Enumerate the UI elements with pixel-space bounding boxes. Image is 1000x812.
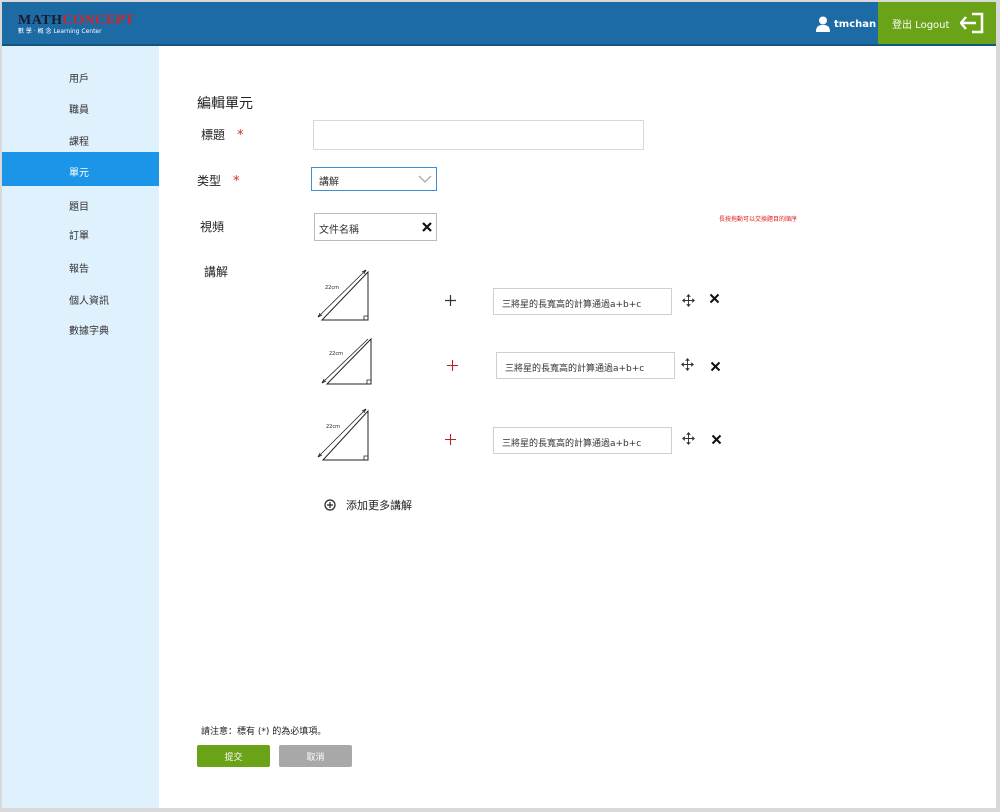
triangle-image: 22cm <box>317 269 369 321</box>
drag-hint: 長按拖動可以交換題目的順序 <box>719 216 798 223</box>
explanation-label: 講解 <box>204 265 229 279</box>
sidebar-item-staff[interactable]: 職員 <box>2 91 159 123</box>
title-input[interactable] <box>313 120 644 150</box>
video-label: 視頻 <box>200 220 225 234</box>
sidebar-item-units[interactable]: 單元 <box>2 152 159 186</box>
move-icon[interactable] <box>682 432 695 445</box>
plus-icon[interactable] <box>445 434 456 445</box>
sidebar-item-profile[interactable]: 個人資訊 <box>2 282 159 314</box>
explanation-input[interactable]: 三將星的長寬高的計算通過a+b+c <box>496 352 675 379</box>
triangle-caption: 22cm <box>326 424 340 430</box>
logout-label: 登出 Logout <box>892 19 950 31</box>
add-more-label: 添加更多講解 <box>346 499 412 512</box>
move-icon[interactable] <box>682 294 695 307</box>
explanation-input[interactable]: 三將星的長寬高的計算通過a+b+c <box>493 288 672 315</box>
video-file-field[interactable]: 文件名稱 <box>314 213 437 241</box>
add-more-explanations-button[interactable]: 添加更多講解 <box>324 497 412 513</box>
plus-icon[interactable] <box>445 295 456 306</box>
explanation-input[interactable]: 三將星的長寬高的計算通過a+b+c <box>493 427 672 454</box>
logout-button[interactable]: 登出 Logout <box>878 2 996 44</box>
sidebar-item-questions[interactable]: 題目 <box>2 188 159 220</box>
sidebar: 用戶 職員 課程 單元 題目 訂單 報告 個人資訊 數據字典 <box>2 46 159 808</box>
sidebar-item-reports[interactable]: 報告 <box>2 250 159 282</box>
main-content: 編輯單元 標題 * 类型 * 講解 視頻 文件名稱 長按拖動可以交換題目的順序 講解… <box>159 46 996 808</box>
submit-button[interactable]: 提交 <box>197 745 270 767</box>
type-label: 类型 * <box>197 174 240 189</box>
sidebar-item-courses[interactable]: 課程 <box>2 123 159 155</box>
sidebar-item-orders[interactable]: 訂單 <box>2 217 159 249</box>
cancel-button[interactable]: 取消 <box>279 745 352 767</box>
title-label: 標題 * <box>201 128 244 143</box>
chevron-down-icon <box>418 175 432 183</box>
close-icon[interactable] <box>421 221 433 233</box>
brand-logo[interactable]: MATHCONCEPT 數 學 · 概 念 Learning Center <box>18 14 134 36</box>
triangle-caption: 22cm <box>325 285 339 291</box>
close-icon[interactable] <box>710 361 721 372</box>
required-note: 請注意：標有 (*) 的為必填項。 <box>201 727 327 737</box>
triangle-caption: 22cm <box>329 351 343 357</box>
move-icon[interactable] <box>681 358 694 371</box>
sidebar-item-data-dictionary[interactable]: 數據字典 <box>2 312 159 344</box>
type-select-value: 講解 <box>319 177 339 188</box>
top-bar: MATHCONCEPT 數 學 · 概 念 Learning Center tm… <box>2 2 996 46</box>
plus-circle-icon <box>324 499 336 511</box>
type-select[interactable]: 講解 <box>311 167 437 191</box>
sidebar-item-users[interactable]: 用戶 <box>2 60 159 92</box>
required-mark: * <box>237 128 244 143</box>
app-window: MATHCONCEPT 數 學 · 概 念 Learning Center tm… <box>2 2 996 808</box>
user-menu[interactable]: tmchan <box>816 15 876 33</box>
triangle-image: 22cm <box>321 337 372 385</box>
username: tmchan <box>834 18 877 30</box>
user-icon <box>816 16 830 32</box>
page-title: 編輯單元 <box>197 96 253 112</box>
required-mark: * <box>233 174 240 189</box>
close-icon[interactable] <box>709 293 720 304</box>
close-icon[interactable] <box>711 434 722 445</box>
plus-icon[interactable] <box>447 360 458 371</box>
triangle-image: 22cm <box>317 408 369 461</box>
brand-logo-subtitle: 數 學 · 概 念 Learning Center <box>18 28 102 35</box>
video-file-name: 文件名稱 <box>319 225 359 236</box>
logout-icon <box>960 12 984 34</box>
